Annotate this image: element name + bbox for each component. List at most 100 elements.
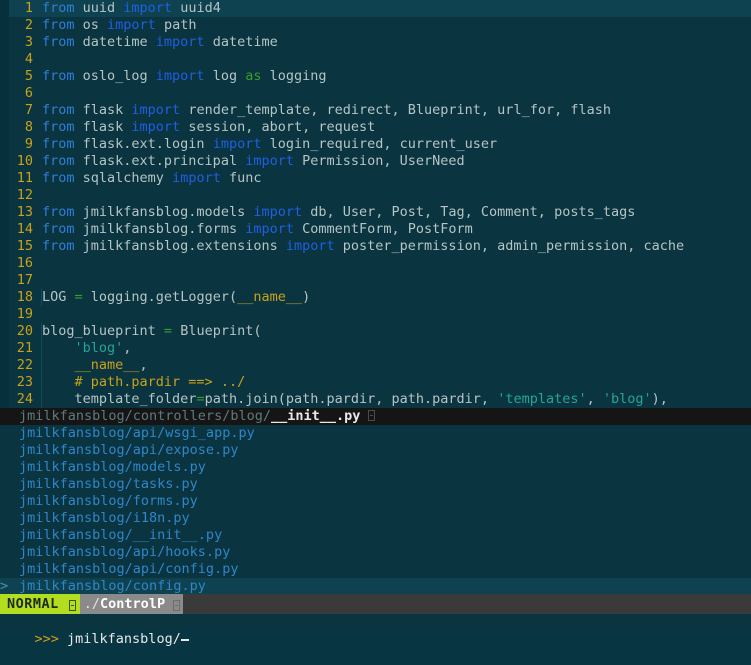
line-number: 23 xyxy=(16,374,33,390)
command-line[interactable]: >>> jmilkfansblog/ xyxy=(0,614,751,647)
code-text: from flask.ext.login import login_requir… xyxy=(33,136,497,153)
ctrlp-item-path-prefix: jmilkfansblog/tasks.py xyxy=(19,476,198,492)
code-line[interactable]: 21 'blog', xyxy=(0,340,751,357)
ctrlp-item-path: jmilkfansblog/api/hooks.py xyxy=(9,544,230,561)
sign-column xyxy=(0,289,9,306)
code-line[interactable]: 14 from jmilkfansblog.forms import Commen… xyxy=(0,221,751,238)
code-token: flask.ext.login xyxy=(74,136,213,152)
ctrlp-item-path-prefix: jmilkfansblog/config.py xyxy=(19,578,206,594)
code-token: sqlalchemy xyxy=(74,170,173,186)
code-line[interactable]: 4 xyxy=(0,51,751,68)
ctrlp-list-item[interactable]: jmilkfansblog/controllers/blog/__init__.… xyxy=(0,408,751,425)
code-token: jmilkfansblog.models xyxy=(74,204,254,220)
sign-column xyxy=(0,0,9,17)
code-line[interactable]: 1 from uuid import uuid4 xyxy=(0,0,751,17)
code-line[interactable]: 9 from flask.ext.login import login_requi… xyxy=(0,136,751,153)
code-line[interactable]: 18 LOG = logging.getLogger(__name__) xyxy=(0,289,751,306)
ctrlp-list-item[interactable]: > jmilkfansblog/config.py xyxy=(0,578,751,595)
code-line[interactable]: 19 xyxy=(0,306,751,323)
line-number: 18 xyxy=(16,289,33,305)
line-number: 17 xyxy=(16,272,33,288)
command-input-text[interactable]: jmilkfansblog/ xyxy=(59,631,181,647)
sign-column xyxy=(0,119,9,136)
ctrlp-item-path: jmilkfansblog/config.py xyxy=(9,578,206,595)
line-number: 19 xyxy=(16,306,33,322)
ctrlp-list-item[interactable]: jmilkfansblog/tasks.py xyxy=(0,476,751,493)
code-token: datetime xyxy=(204,34,278,50)
ctrlp-list-item[interactable]: jmilkfansblog/api/expose.py xyxy=(0,442,751,459)
ctrlp-list-item[interactable]: jmilkfansblog/__init__.py xyxy=(0,527,751,544)
sign-column xyxy=(0,323,9,340)
separator-glyph-icon xyxy=(65,594,80,614)
indent-guide xyxy=(41,391,42,408)
code-line[interactable]: 13 from jmilkfansblog.models import db, U… xyxy=(0,204,751,221)
code-text: from os import path xyxy=(33,17,196,34)
code-line[interactable]: 17 xyxy=(0,272,751,289)
code-token: import xyxy=(123,0,173,16)
code-line[interactable]: 2 from os import path xyxy=(0,17,751,34)
code-line[interactable]: 12 xyxy=(0,187,751,204)
code-line[interactable]: 3 from datetime import datetime xyxy=(0,34,751,51)
statusline-path-name: ControlP xyxy=(100,596,166,612)
sign-column xyxy=(0,306,9,323)
sign-column xyxy=(0,272,9,289)
indent-guide xyxy=(41,357,42,374)
ctrlp-list-item[interactable]: jmilkfansblog/api/config.py xyxy=(0,561,751,578)
code-line[interactable]: 15 from jmilkfansblog.extensions import p… xyxy=(0,238,751,255)
ctrlp-item-path: jmilkfansblog/models.py xyxy=(9,459,206,476)
line-number: 24 xyxy=(16,391,33,407)
code-line[interactable]: 23 # path.pardir ==> ../ xyxy=(0,374,751,391)
statusline-filepath: ./ControlP xyxy=(79,594,170,614)
code-token: from xyxy=(42,238,75,254)
line-number: 8 xyxy=(24,119,33,135)
code-editor-pane[interactable]: 1 from uuid import uuid4 2 from os import p… xyxy=(0,0,751,408)
code-token: from xyxy=(42,68,75,84)
sign-column xyxy=(0,85,9,102)
code-token: poster_permission, admin_permission, cac… xyxy=(334,238,685,254)
indent-guide xyxy=(41,323,42,340)
code-token: LOG xyxy=(42,289,75,305)
code-token: blog_blueprint xyxy=(42,323,164,339)
code-token: os xyxy=(74,17,108,33)
code-token: 'blog' xyxy=(74,340,124,356)
code-token: from xyxy=(42,17,75,33)
line-number: 1 xyxy=(24,0,33,16)
code-text: from flask import render_template, redir… xyxy=(33,102,611,119)
code-token: render_template, redirect, Blueprint, ur… xyxy=(180,102,611,118)
statusline: NORMAL ./ControlP xyxy=(0,594,751,614)
code-token: template_folder xyxy=(42,391,197,407)
code-token: import xyxy=(253,204,303,220)
line-number: 11 xyxy=(16,170,33,186)
code-line[interactable]: 20 blog_blueprint = Blueprint( xyxy=(0,323,751,340)
code-line[interactable]: 22 __name__, xyxy=(0,357,751,374)
code-line[interactable]: 8 from flask import session, abort, reque… xyxy=(0,119,751,136)
code-line[interactable]: 24 template_folder=path.join(path.pardir… xyxy=(0,391,751,408)
code-text: from datetime import datetime xyxy=(33,34,278,51)
ctrlp-list-item[interactable]: jmilkfansblog/forms.py xyxy=(0,493,751,510)
ctrlp-list-item[interactable]: jmilkfansblog/models.py xyxy=(0,459,751,476)
ctrlp-item-path: jmilkfansblog/i18n.py xyxy=(9,510,190,527)
code-line[interactable]: 7 from flask import render_template, redi… xyxy=(0,102,751,119)
code-line[interactable]: 11 from sqlalchemy import func xyxy=(0,170,751,187)
ctrlp-list-item[interactable]: jmilkfansblog/i18n.py xyxy=(0,510,751,527)
ctrlp-list-item[interactable]: jmilkfansblog/api/hooks.py xyxy=(0,544,751,561)
sign-column xyxy=(0,204,9,221)
code-token: CommentForm, PostForm xyxy=(293,221,473,237)
code-line[interactable]: 5 from oslo_log import log as logging xyxy=(0,68,751,85)
ctrlp-file-list[interactable]: jmilkfansblog/controllers/blog/__init__.… xyxy=(0,408,751,595)
code-token: import xyxy=(212,136,262,152)
code-line[interactable]: 6 xyxy=(0,85,751,102)
code-line[interactable]: 16 xyxy=(0,255,751,272)
code-text: LOG = logging.getLogger(__name__) xyxy=(33,289,310,306)
ctrlp-item-path-prefix: jmilkfansblog/api/expose.py xyxy=(19,442,239,458)
ctrlp-list-item[interactable]: jmilkfansblog/api/wsgi_app.py xyxy=(0,425,751,442)
code-line[interactable]: 10 from flask.ext.principal import Permis… xyxy=(0,153,751,170)
code-token: session, abort, request xyxy=(180,119,376,135)
code-token: , xyxy=(139,357,148,373)
line-number: 13 xyxy=(16,204,33,220)
sign-column xyxy=(0,68,9,85)
code-token: import xyxy=(131,119,181,135)
line-number: 3 xyxy=(24,34,33,50)
